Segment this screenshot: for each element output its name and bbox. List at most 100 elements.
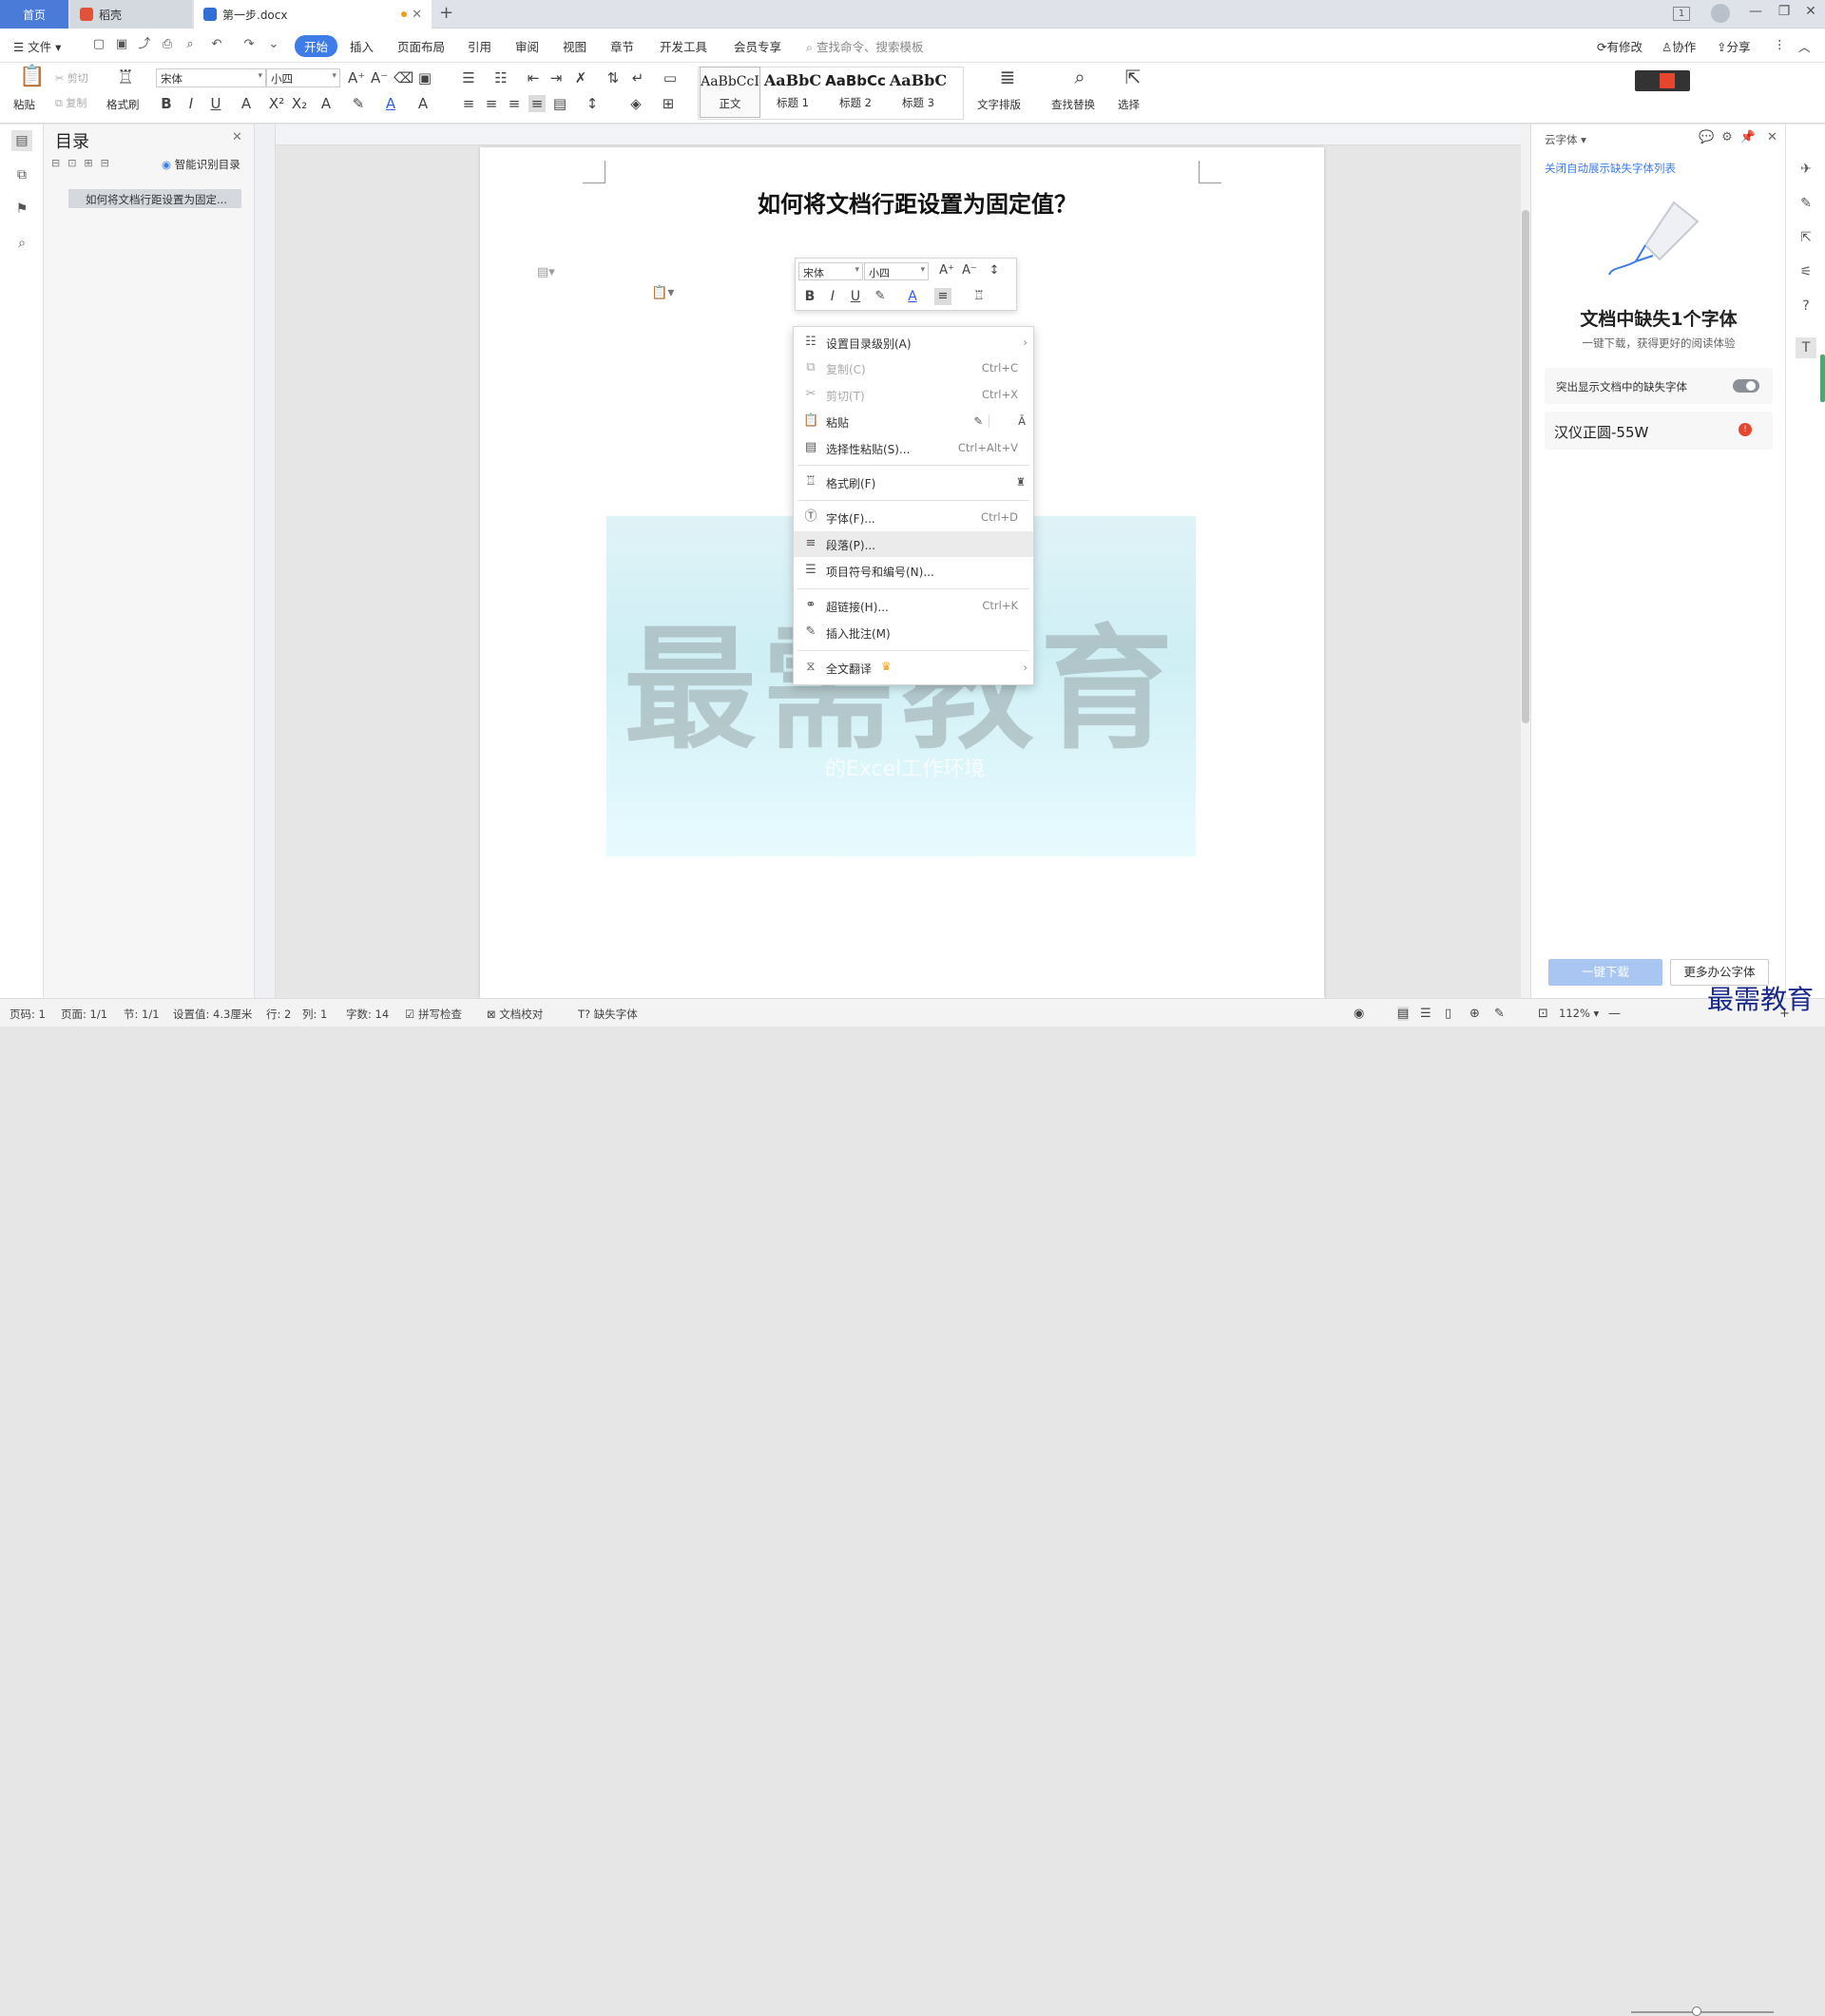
text-layout-icon[interactable]: ≣ bbox=[996, 67, 1019, 91]
status-section[interactable]: 节: 1/1 bbox=[124, 1007, 160, 1022]
zoom-slider-handle[interactable] bbox=[1692, 2006, 1701, 2016]
format-painter-icon[interactable]: ♖ bbox=[114, 67, 137, 91]
print-preview-icon[interactable]: ⌕ bbox=[182, 37, 198, 52]
collaborate-button[interactable]: ♙协作 bbox=[1662, 37, 1696, 55]
eye-protect-icon[interactable]: ◉ bbox=[1354, 1007, 1364, 1021]
mini-highlight-icon[interactable]: ✎ bbox=[872, 288, 889, 305]
download-all-button[interactable]: 一键下载 bbox=[1548, 959, 1662, 986]
horizontal-ruler[interactable] bbox=[276, 125, 1521, 145]
paste-text-only-icon[interactable]: Ā bbox=[1018, 414, 1026, 428]
line-spacing-icon[interactable]: ↕ bbox=[584, 95, 601, 112]
settings-sliders-icon[interactable]: ⚟ bbox=[1796, 261, 1816, 282]
page-indicator[interactable]: 1 bbox=[1673, 7, 1690, 21]
tab-reference[interactable]: 引用 bbox=[468, 37, 491, 55]
superscript-icon[interactable]: X² bbox=[268, 95, 285, 112]
doc-assist-icon[interactable]: ▤▾ bbox=[537, 265, 555, 279]
more-icon[interactable]: ⋮ bbox=[1774, 37, 1786, 51]
select-cursor-icon[interactable]: ⇱ bbox=[1796, 227, 1816, 248]
panel-header[interactable]: 云字体 ▾ bbox=[1545, 132, 1586, 147]
tab-dev-tools[interactable]: 开发工具 bbox=[660, 37, 707, 55]
text-effect-icon[interactable]: A bbox=[317, 95, 335, 112]
command-search[interactable]: ⌕ 查找命令、搜索模板 bbox=[806, 37, 924, 55]
mini-font-color-icon[interactable]: A bbox=[904, 288, 921, 305]
mini-shrink-font-icon[interactable]: A⁻ bbox=[961, 262, 978, 279]
find-replace-icon[interactable]: ⌕ bbox=[1068, 67, 1091, 91]
reading-view-icon[interactable]: ▯ bbox=[1445, 1007, 1451, 1021]
mini-bold-icon[interactable]: B bbox=[801, 288, 818, 305]
new-tab-button[interactable]: + bbox=[439, 3, 453, 23]
tab-member[interactable]: 会员专享 bbox=[734, 37, 781, 55]
menu-item-bullets-numbering[interactable]: ☰ 项目符号和编号(N)... bbox=[794, 558, 1033, 584]
show-marks-icon[interactable]: ↵ bbox=[629, 69, 646, 86]
align-center-icon[interactable]: ≡ bbox=[483, 95, 500, 112]
text-layout-button[interactable]: 文字排版 bbox=[977, 97, 1021, 112]
doc-proofread-button[interactable]: ⊠ 文档校对 bbox=[487, 1007, 543, 1022]
find-replace-button[interactable]: 查找替换 bbox=[1051, 97, 1095, 112]
sort-icon[interactable]: ⇅ bbox=[605, 69, 622, 86]
char-shading-icon[interactable]: A bbox=[414, 95, 432, 112]
minimize-icon[interactable]: — bbox=[1745, 4, 1766, 19]
customize-icon[interactable]: ⌄ bbox=[266, 37, 281, 52]
export-icon[interactable]: ⤴ bbox=[137, 37, 152, 52]
toc-close-icon[interactable]: ✕ bbox=[232, 130, 242, 144]
style-heading-1[interactable]: AaBbC 标题 1 bbox=[762, 67, 823, 118]
smart-toc-button[interactable]: ◉ 智能识别目录 bbox=[162, 157, 240, 172]
search-icon[interactable]: ⌕ bbox=[11, 233, 32, 254]
tab-document[interactable]: 第一步.docx ✕ bbox=[194, 0, 432, 29]
mini-italic-icon[interactable]: I bbox=[824, 288, 841, 305]
highlight-icon[interactable]: ✎ bbox=[350, 95, 367, 112]
mini-font-size-select[interactable]: 小四 bbox=[864, 262, 929, 280]
strikethrough-icon[interactable]: A bbox=[238, 95, 255, 112]
copy-button[interactable]: ⧉ 复制 bbox=[55, 95, 86, 110]
tab-home[interactable]: 首页 bbox=[0, 0, 68, 29]
toc-item[interactable]: 如何将文档行距设置为固定... bbox=[68, 189, 241, 208]
close-tab-icon[interactable]: ✕ bbox=[412, 8, 422, 22]
italic-icon[interactable]: I bbox=[182, 95, 200, 112]
paste-keep-format-icon[interactable]: ✎ bbox=[973, 414, 989, 428]
toc-nav-icon[interactable]: ▤ bbox=[11, 130, 32, 151]
increase-indent-icon[interactable]: ⇥ bbox=[548, 69, 565, 86]
user-avatar[interactable] bbox=[1711, 4, 1730, 23]
share-button[interactable]: ⇪分享 bbox=[1717, 37, 1751, 55]
mini-font-name-select[interactable]: 宋体 bbox=[798, 262, 863, 280]
mini-align-icon[interactable]: ≡ bbox=[934, 288, 951, 305]
toc-expand-controls[interactable]: ⊟⊡⊞⊟ bbox=[51, 157, 117, 169]
undo-icon[interactable]: ↶ bbox=[209, 37, 224, 52]
underline-icon[interactable]: U bbox=[207, 95, 224, 112]
zoom-slider-track[interactable] bbox=[1631, 2011, 1774, 2013]
grow-font-icon[interactable]: A⁺ bbox=[348, 69, 365, 86]
bookmark-icon[interactable]: ⚑ bbox=[11, 199, 32, 220]
clear-format-icon[interactable]: ⌫ bbox=[394, 69, 413, 86]
shrink-font-icon[interactable]: A⁻ bbox=[371, 69, 388, 86]
zoom-level[interactable]: 112% ▾ bbox=[1559, 1007, 1599, 1020]
collapse-ribbon-icon[interactable]: ︿ bbox=[1798, 37, 1811, 55]
tab-review[interactable]: 审阅 bbox=[515, 37, 539, 55]
save-icon[interactable]: ▣ bbox=[114, 37, 129, 52]
new-doc-icon[interactable]: ▢ bbox=[91, 37, 106, 52]
tab-page-layout[interactable]: 页面布局 bbox=[397, 37, 445, 55]
shading-icon[interactable]: ◈ bbox=[627, 95, 644, 112]
table-icon[interactable]: ▭ bbox=[662, 69, 679, 86]
highlight-missing-toggle[interactable] bbox=[1733, 379, 1759, 393]
print-icon[interactable]: ⎙ bbox=[160, 37, 175, 52]
paste-options-icon[interactable]: 📋▾ bbox=[651, 285, 674, 300]
tab-chapter[interactable]: 章节 bbox=[610, 37, 634, 55]
status-page-code[interactable]: 页码: 1 bbox=[10, 1007, 46, 1022]
page-view-icon[interactable]: ▤ bbox=[1397, 1007, 1410, 1021]
tab-view[interactable]: 视图 bbox=[563, 37, 586, 55]
panel-close-icon[interactable]: ✕ bbox=[1767, 130, 1777, 144]
edit-pen-icon[interactable]: ✎ bbox=[1796, 193, 1816, 214]
format-painter-lock-icon[interactable]: ♜ bbox=[1016, 475, 1026, 489]
cloud-font-icon[interactable]: T bbox=[1796, 337, 1816, 358]
paste-icon[interactable]: 📋 bbox=[19, 67, 45, 91]
menu-item-translate[interactable]: ⧖ 全文翻译 ♛ › bbox=[794, 655, 1033, 681]
menu-item-format-painter[interactable]: ♖ 格式刷(F) ♜ bbox=[794, 470, 1033, 495]
select-icon[interactable]: ⇱ bbox=[1122, 67, 1144, 91]
borders-icon[interactable]: ⊞ bbox=[660, 95, 677, 112]
recording-widget[interactable] bbox=[1635, 70, 1690, 91]
menu-item-paste-special[interactable]: ▤ 选择性粘贴(S)... Ctrl+Alt+V bbox=[794, 435, 1033, 461]
bullet-list-icon[interactable]: ☰ bbox=[460, 69, 477, 86]
redo-icon[interactable]: ↷ bbox=[241, 37, 257, 52]
close-window-icon[interactable]: ✕ bbox=[1800, 4, 1821, 19]
panel-tools[interactable]: 💬⚙📌 bbox=[1699, 130, 1763, 144]
